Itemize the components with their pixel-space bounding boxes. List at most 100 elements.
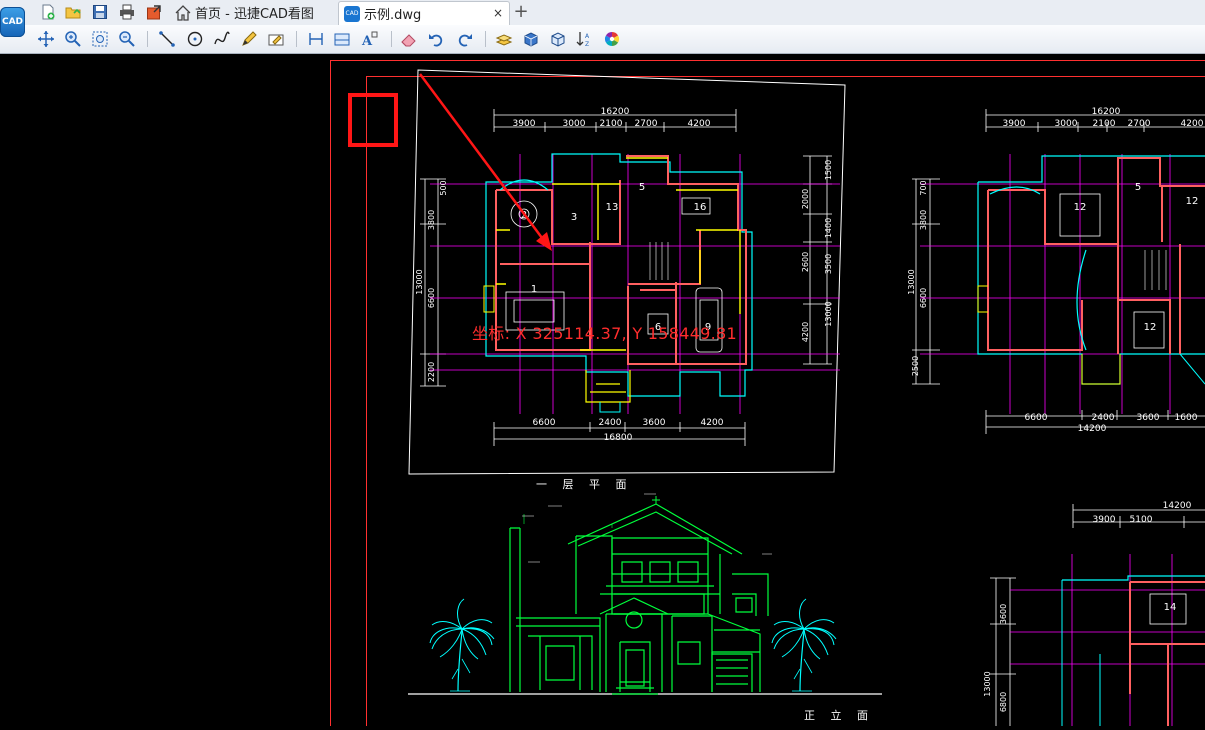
plan3-dim-top-2: 5100 — [1130, 515, 1153, 525]
front-elevation — [408, 494, 882, 694]
plan2-dim-bottom-3: 3600 — [1137, 413, 1160, 423]
line-button[interactable] — [157, 29, 177, 49]
open-file-button[interactable] — [63, 3, 83, 21]
text-icon: A — [361, 30, 379, 48]
pan-button[interactable] — [36, 29, 56, 49]
dim-right-6: 13000 — [824, 301, 833, 326]
save-button[interactable] — [90, 3, 110, 21]
app-logo-text: CAD — [2, 17, 23, 27]
dim-left-4: 2200 — [427, 362, 436, 382]
annotate-button[interactable] — [266, 29, 286, 49]
plan3-dim-left-2: 3600 — [999, 604, 1008, 624]
pan-icon — [37, 30, 55, 48]
dim-right-2: 2000 — [801, 189, 810, 209]
tab-home-label: 首页 - 迅捷CAD看图 — [195, 3, 314, 22]
zoom-extents-icon — [118, 30, 136, 48]
dim-left-5: 500 — [439, 180, 448, 195]
zoom-extents-button[interactable] — [117, 29, 137, 49]
plan3-dim-top-total: 14200 — [1163, 501, 1192, 511]
zoom-window-button[interactable] — [90, 29, 110, 49]
circle-button[interactable] — [185, 29, 205, 49]
open-folder-icon — [65, 4, 81, 20]
room-number: 12 — [1074, 202, 1087, 213]
app-logo[interactable]: CAD — [0, 7, 25, 37]
room-number: 12 — [1144, 322, 1157, 333]
room-number: 13 — [606, 202, 619, 213]
export-button[interactable] — [144, 3, 164, 21]
floor-plan-title: 一 层 平 面 — [536, 476, 633, 492]
dim-bottom-1: 6600 — [533, 418, 556, 428]
tab-active-file[interactable]: CAD 示例.dwg × — [338, 1, 510, 25]
sheet-border — [331, 61, 1205, 727]
color-wheel-icon — [603, 30, 621, 48]
floor-plan-1 — [409, 70, 845, 474]
layers-button[interactable] — [494, 29, 514, 49]
plan2-dim-left-4: 2500 — [911, 356, 920, 376]
plan2-dim-top-4: 2700 — [1128, 119, 1151, 129]
color-button[interactable] — [602, 29, 622, 49]
undo-button[interactable] — [426, 29, 446, 49]
room-number: 3 — [571, 212, 577, 223]
plan2-dim-left-2: 3800 — [919, 210, 928, 230]
annotate-icon — [267, 30, 285, 48]
add-tab-button[interactable]: + — [512, 1, 530, 23]
spline-button[interactable] — [212, 29, 232, 49]
room-number: 14 — [1164, 602, 1177, 613]
dim-top-1: 3900 — [513, 119, 536, 129]
new-file-icon — [40, 4, 56, 20]
elevation-title: 正 立 面 — [804, 707, 874, 723]
plan2-dim-top-5: 4200 — [1181, 119, 1204, 129]
text-tool-button[interactable]: A — [360, 29, 380, 49]
dimension-icon — [307, 30, 325, 48]
plan2-dim-top-2: 3000 — [1055, 119, 1078, 129]
cad-drawing[interactable]: 16200 3900 3000 2100 2700 4200 6600 2400… — [0, 54, 1205, 726]
dim-bottom-3: 3600 — [643, 418, 666, 428]
dim-top-total: 16200 — [601, 107, 630, 117]
save-icon — [92, 4, 108, 20]
dim-left-2: 3800 — [427, 210, 436, 230]
dim-top-3: 2100 — [600, 119, 623, 129]
sketch-button[interactable] — [239, 29, 259, 49]
plan2-dim-bottom-4: 1600 — [1175, 413, 1198, 423]
toolbar-separator — [485, 31, 486, 47]
dim-left-1: 13000 — [415, 269, 424, 294]
plan3-dim-top-1: 3900 — [1093, 515, 1116, 525]
svg-text:Z: Z — [585, 41, 589, 48]
tab-close-icon[interactable]: × — [491, 5, 505, 21]
circle-icon — [186, 30, 204, 48]
layers-icon — [495, 30, 513, 48]
dim-right-4: 2600 — [801, 252, 810, 272]
zoom-realtime-button[interactable] — [63, 29, 83, 49]
dim-right-5: 3500 — [824, 254, 833, 274]
svg-text:A: A — [585, 33, 590, 40]
print-button[interactable] — [117, 3, 137, 21]
zoom-in-icon — [64, 30, 82, 48]
room-number: 12 — [1186, 196, 1199, 207]
plan2-dim-top-3: 2100 — [1093, 119, 1116, 129]
room-number: 5 — [1135, 182, 1141, 193]
plan2-dim-bottom-total: 14200 — [1078, 424, 1107, 434]
linear-dimension-button[interactable] — [306, 29, 326, 49]
plan2-dim-left-5: 700 — [919, 180, 928, 195]
undo-icon — [427, 30, 445, 48]
tab-file-label: 示例.dwg — [364, 4, 421, 23]
room-number: 16 — [694, 202, 707, 213]
highlight-box — [348, 93, 398, 147]
block-button[interactable] — [521, 29, 541, 49]
tab-home[interactable]: 首页 - 迅捷CAD看图 — [172, 1, 334, 24]
zoom-window-icon — [91, 30, 109, 48]
sort-button[interactable]: AZ — [575, 29, 595, 49]
dim-right-3: 1400 — [824, 218, 833, 238]
tab-bar: CAD 首页 - 迅捷CAD看图 CAD 示例.dwg × + — [0, 0, 1205, 26]
area-measure-button[interactable] — [332, 29, 352, 49]
dim-right-1: 1500 — [824, 160, 833, 180]
3d-view-button[interactable] — [548, 29, 568, 49]
sort-az-icon: AZ — [576, 30, 594, 48]
coordinate-readout: 坐标: X 325114.37, Y 158449.81 — [472, 320, 737, 344]
new-file-button[interactable] — [38, 3, 58, 21]
erase-button[interactable] — [399, 29, 419, 49]
drawing-canvas[interactable]: 16200 3900 3000 2100 2700 4200 6600 2400… — [0, 54, 1205, 726]
redo-button[interactable] — [455, 29, 475, 49]
dim-bottom-4: 4200 — [701, 418, 724, 428]
dwg-file-icon: CAD — [344, 6, 360, 22]
